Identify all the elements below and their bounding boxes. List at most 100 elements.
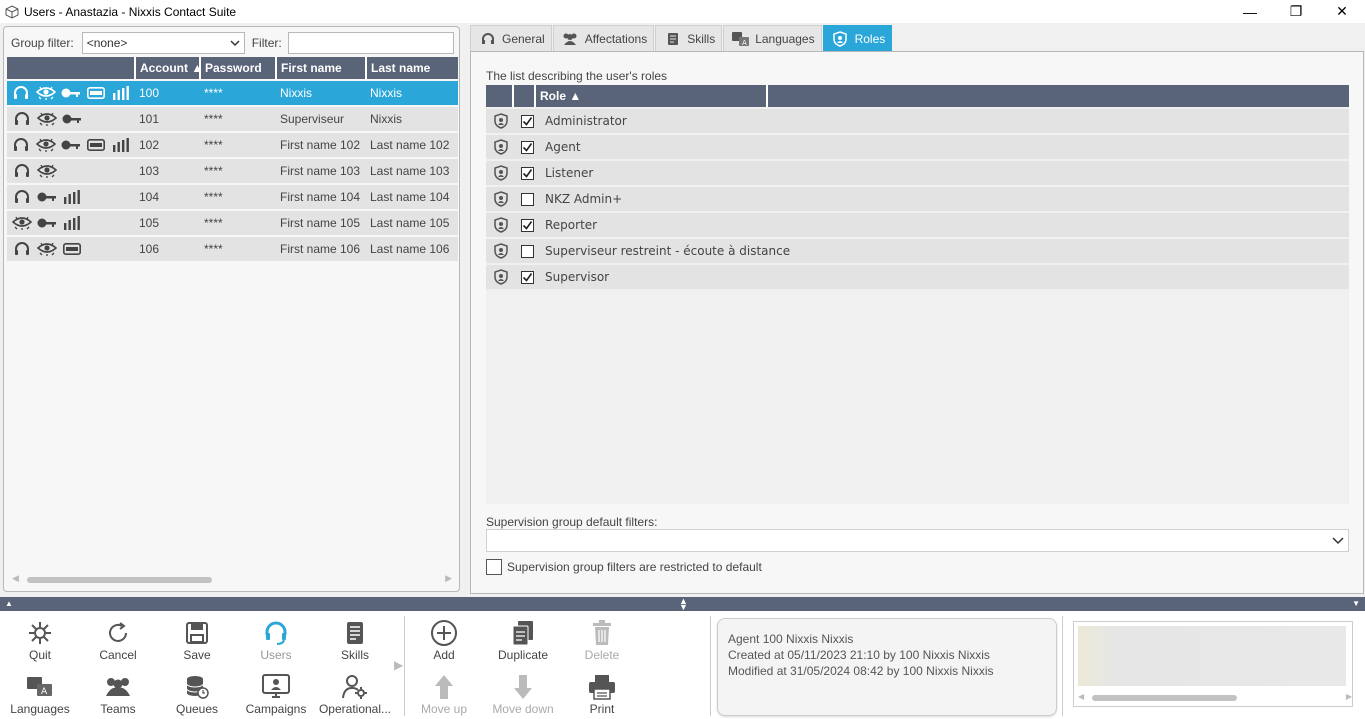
account-column-header[interactable]: Account ▲	[136, 57, 201, 79]
role-row[interactable]: Reporter	[486, 213, 1349, 237]
cancel-button[interactable]: Cancel	[78, 618, 158, 662]
table-row[interactable]: 106 **** First name 106 Last name 106	[7, 237, 458, 261]
quit-button[interactable]: Quit	[0, 618, 80, 662]
user-status-icons	[7, 215, 135, 231]
role-checkbox-cell	[515, 114, 539, 128]
scroll-left-icon[interactable]: ◀	[12, 573, 19, 584]
scroll-right-icon[interactable]: ▶	[1346, 692, 1352, 701]
password-cell: ****	[204, 216, 223, 230]
table-row[interactable]: 101 **** Superviseur Nixxis	[7, 107, 458, 131]
panel-splitter[interactable]: ▲ ▲ ▼ ▼	[0, 597, 1365, 612]
table-row[interactable]: 105 **** First name 105 Last name 105	[7, 211, 458, 235]
add-button[interactable]: Add	[404, 618, 484, 662]
scroll-left-icon[interactable]: ◀	[1078, 692, 1084, 701]
languages-button[interactable]: A Languages	[0, 672, 80, 716]
password-column-header[interactable]: Password	[201, 57, 277, 79]
key-icon	[61, 85, 82, 101]
duplicate-icon	[511, 618, 535, 648]
tab-general[interactable]: General	[470, 25, 552, 51]
role-checkbox[interactable]	[520, 166, 534, 180]
first-name-cell: First name 106	[280, 242, 361, 256]
supervision-filters-combo[interactable]	[486, 529, 1349, 552]
role-checkbox[interactable]	[520, 140, 534, 154]
role-row[interactable]: Supervisor	[486, 265, 1349, 289]
first-name-cell: First name 102	[280, 138, 361, 152]
role-row[interactable]: Listener	[486, 161, 1349, 185]
more-tools-icon[interactable]: ▶	[394, 658, 403, 672]
chevron-down-icon[interactable]	[1330, 532, 1346, 550]
role-checkbox[interactable]	[520, 114, 534, 128]
restore-button[interactable]: ❐	[1273, 0, 1319, 23]
duplicate-button[interactable]: Duplicate	[483, 618, 563, 662]
account-cell: 105	[139, 216, 160, 230]
teams-label: Teams	[100, 702, 136, 716]
role-checkbox-cell	[515, 192, 539, 206]
arrow-up-icon	[434, 672, 454, 702]
role-row[interactable]: NKZ Admin+	[486, 187, 1349, 211]
save-button[interactable]: Save	[157, 618, 237, 662]
chevron-down-icon[interactable]	[226, 33, 244, 53]
users-panel: Group filter: <none> Filter: Account ▲ P…	[3, 26, 460, 592]
restrict-filters-option[interactable]: Supervision group filters are restricted…	[486, 559, 762, 575]
users-horizontal-scrollbar[interactable]: ◀ ▶	[12, 573, 452, 585]
group-filter-combo[interactable]: <none>	[81, 32, 245, 54]
table-row[interactable]: 100 **** Nixxis Nixxis	[7, 81, 458, 105]
role-checkbox[interactable]	[520, 218, 534, 232]
first-name-column-header[interactable]: First name	[277, 57, 367, 79]
close-button[interactable]: ✕	[1319, 0, 1365, 23]
tab-affectations[interactable]: Affectations	[552, 25, 655, 51]
password-cell: ****	[204, 164, 223, 178]
add-icon	[430, 618, 458, 648]
collapse-up-icon[interactable]: ▲	[5, 599, 13, 608]
preview-scrollbar[interactable]: ◀ ▶	[1078, 692, 1352, 702]
role-row[interactable]: Administrator	[486, 109, 1349, 133]
card-icon	[61, 241, 82, 257]
move-up-button[interactable]: Move up	[404, 672, 484, 716]
table-row[interactable]: 103 **** First name 103 Last name 103	[7, 159, 458, 183]
move-down-button[interactable]: Move down	[483, 672, 563, 716]
tab-roles[interactable]: Roles	[822, 25, 893, 51]
last-name-column-header[interactable]: Last name	[367, 57, 458, 79]
teams-button[interactable]: Teams	[78, 672, 158, 716]
operational-label: Operational...	[318, 702, 392, 716]
role-checkbox[interactable]	[520, 244, 534, 258]
collapse-down-icon[interactable]: ▼	[1352, 599, 1360, 608]
print-button[interactable]: Print	[562, 672, 642, 716]
skills-button[interactable]: Skills	[315, 618, 395, 662]
scroll-thumb[interactable]	[1092, 695, 1237, 701]
operational-button[interactable]: Operational...	[315, 672, 395, 716]
role-icon-column-header[interactable]	[486, 85, 514, 107]
users-grid-body: 100 **** Nixxis Nixxis 101 **** Superviseur Nix…	[7, 81, 458, 261]
account-cell: 102	[139, 138, 160, 152]
filter-input[interactable]	[287, 32, 454, 54]
campaigns-button[interactable]: Campaigns	[236, 672, 316, 716]
role-row[interactable]: Agent	[486, 135, 1349, 159]
role-column-header[interactable]: Role ▲	[536, 85, 768, 107]
icons-column-header[interactable]	[7, 57, 136, 79]
first-name-cell: Nixxis	[280, 86, 312, 100]
role-checkbox[interactable]	[520, 192, 534, 206]
role-check-column-header[interactable]	[514, 85, 536, 107]
tab-skills[interactable]: Skills	[655, 25, 723, 51]
table-row[interactable]: 104 **** First name 104 Last name 104	[7, 185, 458, 209]
last-name-cell: Last name 106	[370, 242, 450, 256]
table-row[interactable]: 102 **** First name 102 Last name 102	[7, 133, 458, 157]
role-checkbox[interactable]	[520, 270, 534, 284]
resize-grip-icon[interactable]: ▲ ▼	[679, 597, 688, 612]
group-filter-value: <none>	[86, 36, 128, 50]
tab-affectations-label: Affectations	[584, 31, 648, 46]
role-name: Reporter	[545, 218, 598, 232]
role-row[interactable]: Superviseur restreint - écoute à distanc…	[486, 239, 1349, 263]
restrict-filters-checkbox[interactable]	[486, 559, 502, 575]
headset-icon	[11, 111, 32, 127]
role-shield-icon	[486, 217, 515, 233]
minimize-button[interactable]: —	[1227, 0, 1273, 23]
users-button[interactable]: Users	[236, 618, 316, 662]
scroll-thumb[interactable]	[27, 577, 212, 583]
scroll-right-icon[interactable]: ▶	[445, 573, 452, 584]
tab-languages[interactable]: A Languages	[723, 25, 822, 51]
queues-label: Queues	[175, 702, 219, 716]
eye-icon	[36, 137, 57, 153]
queues-button[interactable]: Queues	[157, 672, 237, 716]
delete-button[interactable]: Delete	[562, 618, 642, 662]
